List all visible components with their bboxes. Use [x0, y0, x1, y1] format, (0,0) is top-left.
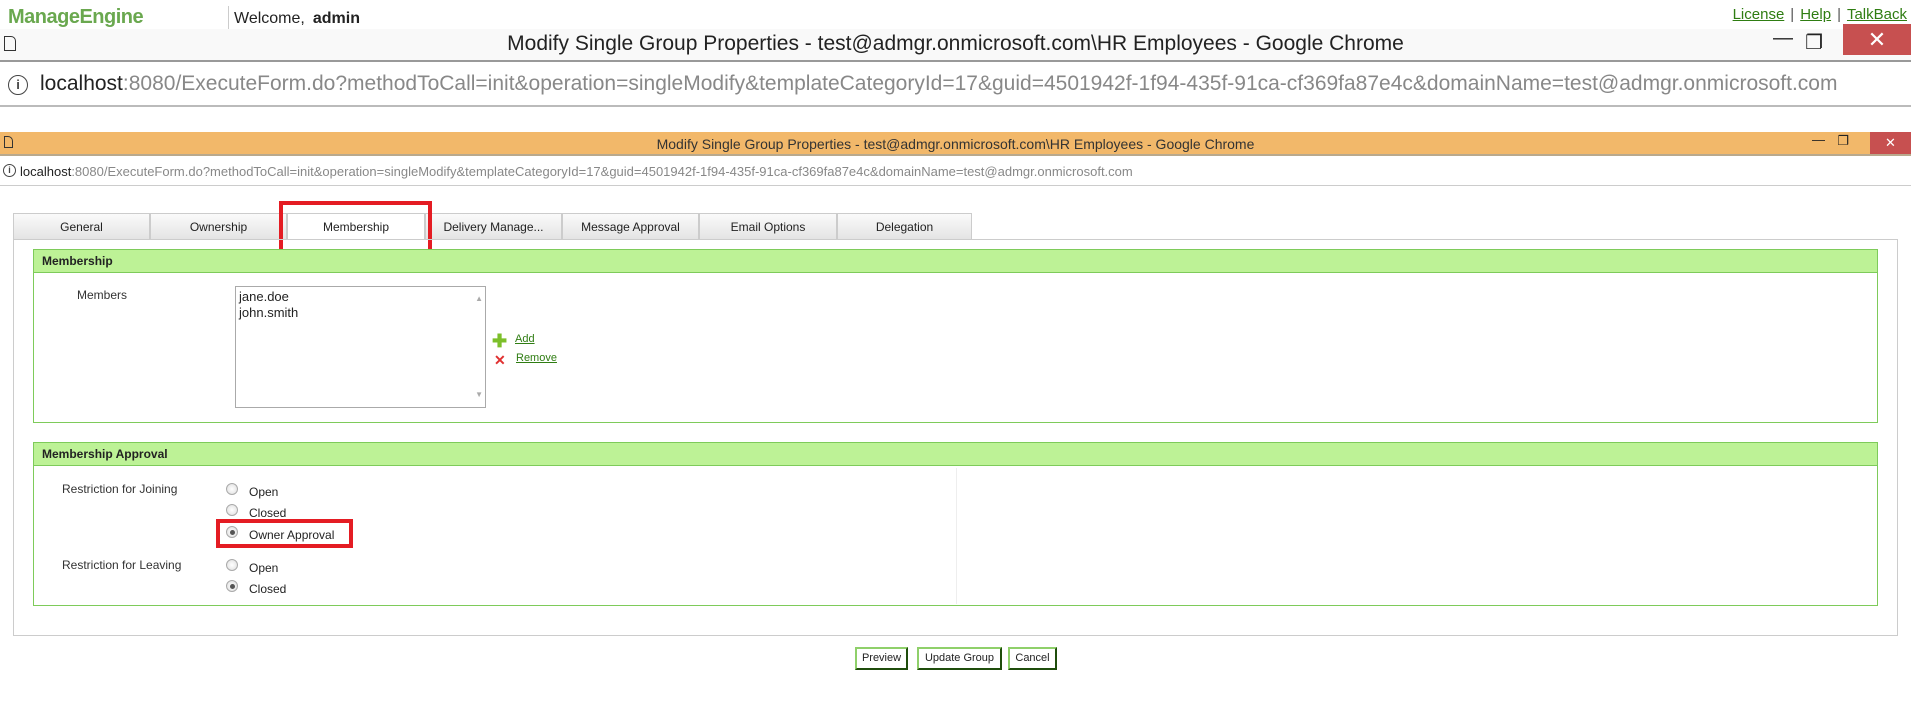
outer-window-title: Modify Single Group Properties - test@ad…	[507, 32, 1404, 55]
divider	[956, 468, 957, 604]
outer-url[interactable]: localhost:8080/ExecuteForm.do?methodToCa…	[40, 72, 1837, 96]
inner-window-titlebar: Modify Single Group Properties - test@ad…	[0, 132, 1911, 156]
talkback-link[interactable]: TalkBack	[1847, 6, 1907, 23]
inner-url[interactable]: localhost:8080/ExecuteForm.do?methodToCa…	[20, 164, 1133, 179]
list-item[interactable]: jane.doe	[239, 289, 482, 305]
leaving-open-radio[interactable]	[226, 559, 238, 571]
help-link[interactable]: Help	[1800, 6, 1831, 23]
restore-icon[interactable]: ❐	[1805, 30, 1823, 55]
close-icon[interactable]: ✕	[1843, 24, 1911, 55]
scroll-down-icon[interactable]: ▼	[475, 387, 483, 403]
outer-address-bar[interactable]: i localhost:8080/ExecuteForm.do?methodTo…	[0, 63, 1911, 107]
option-label: Closed	[249, 506, 287, 520]
url-host: localhost	[40, 72, 123, 95]
section-header: Membership	[34, 250, 1877, 273]
header-links: License | Help | TalkBack	[1727, 6, 1907, 23]
scroll-up-icon[interactable]: ▲	[475, 291, 483, 307]
members-label: Members	[77, 288, 128, 302]
outer-window-titlebar: Modify Single Group Properties - test@ad…	[0, 24, 1911, 62]
welcome-text: Welcome, admin	[234, 10, 360, 28]
option-label: Open	[249, 485, 279, 499]
license-link[interactable]: License	[1733, 6, 1785, 23]
tab-delivery-management[interactable]: Delivery Manage...	[425, 213, 562, 239]
minimize-icon[interactable]: —	[1812, 132, 1825, 147]
info-icon[interactable]: i	[8, 75, 28, 95]
cancel-button[interactable]: Cancel	[1008, 647, 1057, 670]
info-icon[interactable]: i	[3, 164, 16, 177]
members-listbox[interactable]: jane.doe john.smith ▲ ▼	[235, 286, 486, 408]
close-icon[interactable]: ✕	[1870, 132, 1911, 154]
manageengine-logo: ManageEngine	[8, 6, 144, 28]
link-separator: |	[1837, 6, 1841, 23]
inner-address-bar[interactable]: i localhost:8080/ExecuteForm.do?methodTo…	[0, 157, 1911, 186]
section-header: Membership Approval	[34, 443, 1877, 466]
welcome-label: Welcome,	[234, 10, 305, 27]
add-link[interactable]: Add	[515, 333, 535, 345]
tab-email-options[interactable]: Email Options	[699, 213, 837, 239]
joining-closed-radio[interactable]	[226, 504, 238, 516]
restore-icon[interactable]: ❐	[1837, 133, 1849, 149]
leaving-closed-radio[interactable]	[226, 580, 238, 592]
url-host: localhost	[20, 164, 72, 179]
remove-icon[interactable]: ✕	[494, 352, 506, 369]
username: admin	[312, 10, 360, 27]
add-icon[interactable]: ✚	[492, 331, 507, 352]
tab-ownership[interactable]: Ownership	[150, 213, 287, 239]
highlight-box	[216, 519, 353, 548]
url-path: :8080/ExecuteForm.do?methodToCall=init&o…	[122, 72, 1838, 95]
tab-delegation[interactable]: Delegation	[837, 213, 972, 239]
option-label: Open	[249, 561, 279, 575]
list-item[interactable]: john.smith	[239, 305, 482, 321]
link-separator: |	[1790, 6, 1795, 23]
update-group-button[interactable]: Update Group	[917, 647, 1002, 670]
inner-window-title: Modify Single Group Properties - test@ad…	[656, 136, 1255, 152]
minimize-icon[interactable]: —	[1773, 27, 1793, 50]
tab-general[interactable]: General	[13, 213, 150, 239]
option-label: Closed	[249, 582, 287, 596]
preview-button[interactable]: Preview	[855, 647, 908, 670]
remove-link[interactable]: Remove	[516, 352, 557, 364]
leaving-label: Restriction for Leaving	[62, 558, 182, 572]
url-path: :8080/ExecuteForm.do?methodToCall=init&o…	[71, 164, 1133, 179]
joining-label: Restriction for Joining	[62, 482, 178, 496]
tab-message-approval[interactable]: Message Approval	[562, 213, 699, 239]
joining-open-radio[interactable]	[226, 483, 238, 495]
